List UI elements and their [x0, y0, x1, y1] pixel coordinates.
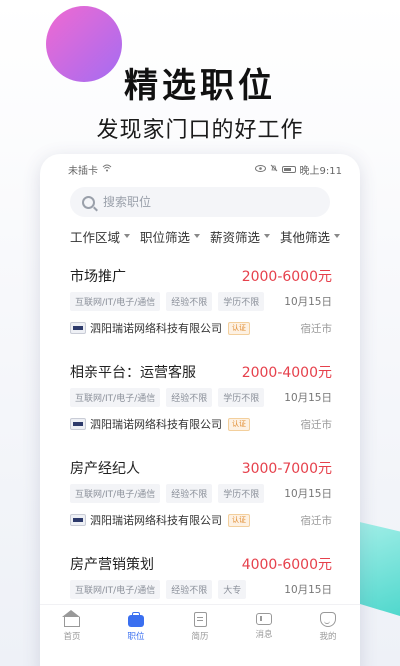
message-icon	[256, 613, 272, 625]
job-title: 房产营销策划	[70, 557, 154, 573]
job-date: 10月15日	[284, 487, 332, 500]
profile-icon	[320, 611, 336, 627]
job-city: 宿迁市	[300, 514, 333, 527]
promo-headline: 精选职位	[124, 66, 276, 106]
job-salary: 2000-4000元	[241, 365, 332, 381]
verified-badge: 认证	[228, 513, 250, 527]
promo-subline: 发现家门口的好工作	[96, 118, 304, 143]
job-salary: 4000-6000元	[241, 557, 332, 573]
job-card[interactable]: 房产经纪人 3000-7000元 互联网/IT/电子/通信 经验不限 学历不限 …	[40, 450, 360, 546]
filter-label: 薪资筛选	[209, 229, 260, 245]
job-title: 市场推广	[70, 269, 126, 285]
job-education-tag: 学历不限	[218, 387, 265, 407]
job-industry-tag: 互联网/IT/电子/通信	[70, 291, 161, 311]
search-icon	[82, 195, 95, 209]
job-date: 10月15日	[284, 295, 332, 308]
job-industry-tag: 互联网/IT/电子/通信	[70, 579, 161, 599]
tab-label: 职位	[127, 631, 145, 642]
job-education-tag: 学历不限	[218, 483, 265, 503]
carrier-label: 未插卡	[68, 165, 98, 177]
job-industry-tag: 互联网/IT/电子/通信	[70, 483, 161, 503]
filter-bar: 工作区域 职位筛选 薪资筛选 其他筛选	[70, 226, 340, 246]
status-time: 晚上9:11	[299, 165, 342, 177]
job-card[interactable]: 市场推广 2000-6000元 互联网/IT/电子/通信 经验不限 学历不限 1…	[40, 258, 360, 354]
job-experience-tag: 经验不限	[166, 291, 213, 311]
company-name: 泗阳瑞诺网络科技有限公司	[90, 418, 222, 431]
job-experience-tag: 经验不限	[166, 579, 213, 599]
job-title: 相亲平台：运营客服	[70, 365, 196, 381]
resume-icon	[193, 611, 207, 627]
job-education-tag: 学历不限	[218, 291, 265, 311]
verified-badge: 认证	[228, 417, 250, 431]
tab-messages[interactable]: 消息	[236, 613, 292, 640]
tab-label: 我的	[319, 631, 337, 642]
caret-down-icon	[124, 234, 131, 238]
tab-label: 消息	[255, 630, 273, 640]
job-date: 10月15日	[284, 391, 332, 404]
company-name: 泗阳瑞诺网络科技有限公司	[90, 322, 222, 335]
job-list: 市场推广 2000-6000元 互联网/IT/电子/通信 经验不限 学历不限 1…	[40, 258, 360, 642]
filter-position[interactable]: 职位筛选	[140, 226, 200, 246]
job-education-tag: 大专	[218, 579, 247, 599]
home-icon	[62, 609, 80, 627]
tab-label: 简历	[191, 631, 209, 642]
job-city: 宿迁市	[300, 322, 333, 335]
company-logo	[70, 514, 86, 526]
job-experience-tag: 经验不限	[166, 483, 213, 503]
company-logo	[70, 322, 86, 334]
wifi-icon	[102, 164, 112, 175]
tab-label: 首页	[63, 631, 81, 642]
mute-icon	[270, 164, 278, 175]
verified-badge: 认证	[228, 321, 250, 335]
filter-label: 工作区域	[70, 229, 121, 245]
battery-icon	[281, 165, 296, 173]
filter-other[interactable]: 其他筛选	[280, 226, 340, 246]
eye-icon	[254, 164, 266, 175]
job-industry-tag: 互联网/IT/电子/通信	[70, 387, 161, 407]
job-card[interactable]: 相亲平台：运营客服 2000-4000元 互联网/IT/电子/通信 经验不限 学…	[40, 354, 360, 450]
company-logo	[70, 418, 86, 430]
tab-profile[interactable]: 我的	[300, 611, 356, 642]
job-date: 10月15日	[284, 583, 332, 596]
search-bar[interactable]	[70, 187, 330, 217]
phone-frame: 未插卡 晚上9:11 工作区域 职位筛选 薪资筛选	[40, 154, 360, 666]
filter-work-area[interactable]: 工作区域	[70, 226, 131, 246]
bottom-tab-bar: 首页 职位 简历 消息 我的	[40, 604, 360, 648]
job-salary: 2000-6000元	[241, 269, 332, 285]
company-name: 泗阳瑞诺网络科技有限公司	[90, 514, 222, 527]
briefcase-icon	[128, 611, 144, 627]
job-title: 房产经纪人	[70, 461, 140, 477]
job-city: 宿迁市	[300, 418, 333, 431]
job-experience-tag: 经验不限	[166, 387, 213, 407]
status-bar: 未插卡 晚上9:11	[40, 154, 360, 184]
filter-salary[interactable]: 薪资筛选	[210, 226, 270, 246]
caret-down-icon	[194, 234, 200, 238]
tab-home[interactable]: 首页	[44, 609, 100, 642]
caret-down-icon	[333, 234, 340, 238]
filter-label: 其他筛选	[279, 229, 330, 245]
job-salary: 3000-7000元	[241, 461, 332, 477]
caret-down-icon	[263, 234, 270, 238]
filter-label: 职位筛选	[139, 229, 190, 245]
tab-resume[interactable]: 简历	[172, 611, 228, 642]
tab-jobs[interactable]: 职位	[108, 611, 164, 642]
search-input[interactable]	[103, 195, 303, 209]
